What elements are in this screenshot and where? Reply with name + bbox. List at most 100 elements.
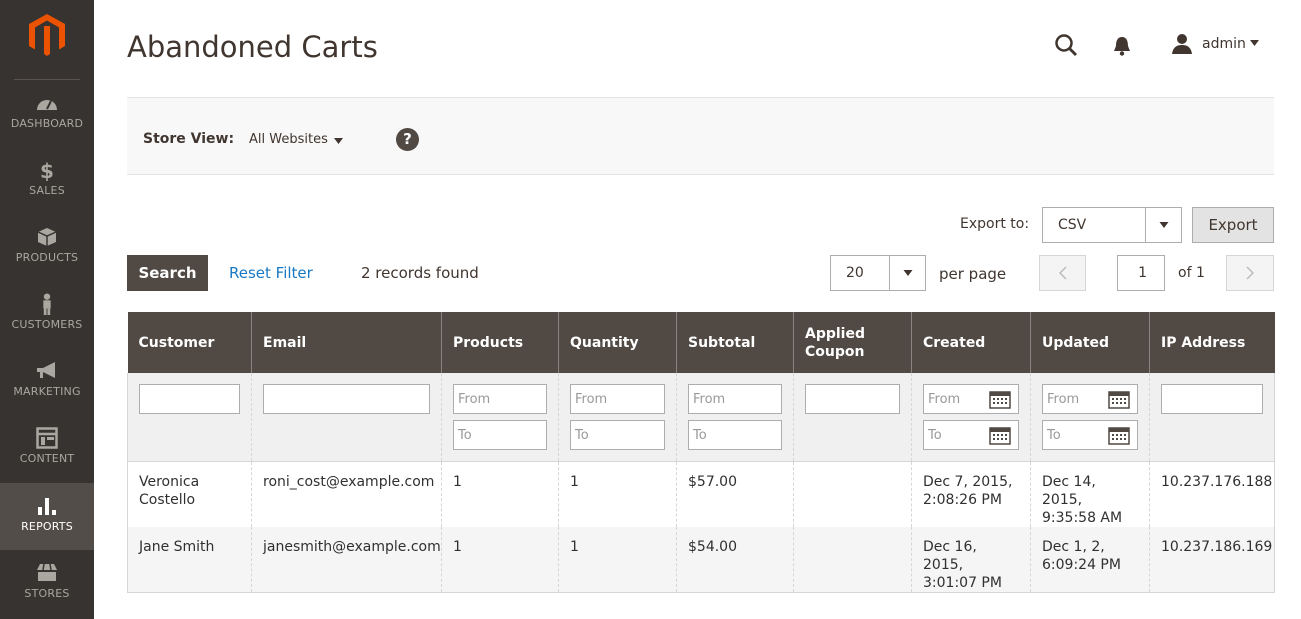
grid-header-row: Customer Email Products Quantity Subtota…: [127, 312, 1275, 373]
column-header-updated[interactable]: Updated: [1030, 312, 1150, 373]
cell-products: 1: [441, 526, 559, 593]
cell-email: roni_cost@example.com: [251, 460, 442, 527]
magento-logo-icon[interactable]: [27, 12, 67, 56]
reset-filter-link[interactable]: Reset Filter: [229, 264, 313, 282]
cell-ip: 10.237.186.169: [1149, 526, 1275, 593]
column-header-products[interactable]: Products: [441, 312, 559, 373]
chevron-left-icon: [1058, 266, 1067, 280]
export-label: Export to:: [960, 216, 1030, 232]
chevron-down-icon[interactable]: [1250, 40, 1259, 46]
table-row[interactable]: Jane Smith janesmith@example.com 1 1 $54…: [127, 526, 1275, 593]
cell-created: Dec 16, 2015, 3:01:07 PM: [911, 526, 1031, 593]
export-format-dropdown[interactable]: [1145, 208, 1181, 242]
table-row[interactable]: Veronica Costello roni_cost@example.com …: [127, 460, 1275, 527]
megaphone-icon: [37, 362, 55, 378]
search-button[interactable]: Search: [127, 255, 208, 291]
created-from-input[interactable]: From: [923, 384, 1019, 414]
calendar-icon[interactable]: [1108, 389, 1130, 409]
box-icon: [37, 228, 57, 246]
subtotal-to-input[interactable]: To: [688, 420, 782, 450]
filter-cell: [1149, 373, 1275, 461]
search-icon[interactable]: [1054, 33, 1078, 57]
sidebar-divider: [14, 79, 80, 80]
dashboard-icon: [37, 100, 57, 110]
sidebar-item-sales[interactable]: $ SALES: [0, 159, 94, 226]
sidebar-item-stores[interactable]: STORES: [0, 562, 94, 619]
sidebar-item-products[interactable]: PRODUCTS: [0, 226, 94, 293]
user-icon[interactable]: [1171, 33, 1193, 55]
sidebar-item-marketing[interactable]: MARKETING: [0, 360, 94, 427]
filter-cell: From To: [911, 373, 1031, 461]
abandoned-carts-grid: Customer Email Products Quantity Subtota…: [127, 312, 1275, 593]
sidebar-item-customers[interactable]: CUSTOMERS: [0, 293, 94, 360]
filter-cell: From To: [441, 373, 559, 461]
store-icon: [37, 563, 57, 581]
quantity-to-input[interactable]: To: [570, 420, 665, 450]
filter-cell: [251, 373, 442, 461]
store-view-label: Store View:: [143, 131, 235, 147]
cell-created: Dec 7, 2015, 2:08:26 PM: [911, 460, 1031, 527]
export-format-value: CSV: [1058, 217, 1087, 233]
column-header-subtotal[interactable]: Subtotal: [676, 312, 794, 373]
cell-updated: Dec 14, 2015, 9:35:58 AM: [1030, 460, 1150, 527]
coupon-filter-input[interactable]: [805, 384, 900, 414]
cell-customer: Veronica Costello: [127, 460, 252, 527]
per-page-dropdown[interactable]: [889, 256, 925, 290]
calendar-icon[interactable]: [989, 425, 1011, 445]
next-page-button[interactable]: [1226, 255, 1274, 291]
bell-icon[interactable]: [1112, 35, 1132, 57]
filter-cell: [793, 373, 912, 461]
cell-email: janesmith@example.com: [251, 526, 442, 593]
column-header-customer[interactable]: Customer: [127, 312, 252, 373]
user-menu-label[interactable]: admin: [1202, 36, 1246, 52]
store-view-switcher[interactable]: All Websites: [249, 132, 328, 147]
bar-chart-icon: [38, 498, 56, 515]
cell-quantity: 1: [558, 460, 677, 527]
per-page-value: 20: [846, 265, 864, 281]
created-to-placeholder: To: [928, 428, 942, 443]
calendar-icon[interactable]: [989, 389, 1011, 409]
column-header-ip-address[interactable]: IP Address: [1149, 312, 1275, 373]
filter-cell: [127, 373, 252, 461]
filter-cell: From To: [676, 373, 794, 461]
calendar-icon[interactable]: [1108, 425, 1130, 445]
ip-filter-input[interactable]: [1161, 384, 1263, 414]
column-header-applied-coupon[interactable]: Applied Coupon: [793, 312, 912, 373]
sidebar-item-reports[interactable]: REPORTS: [0, 483, 94, 550]
per-page-select[interactable]: 20: [830, 255, 926, 291]
quantity-from-input[interactable]: From: [570, 384, 665, 414]
updated-to-input[interactable]: To: [1042, 420, 1138, 450]
admin-sidebar: DASHBOARD $ SALES PRODUCTS CUSTOMERS MAR…: [0, 0, 94, 619]
page-total: of 1: [1178, 265, 1205, 281]
page-number-input[interactable]: 1: [1117, 255, 1165, 291]
customer-filter-input[interactable]: [139, 384, 240, 414]
updated-from-placeholder: From: [1047, 392, 1080, 407]
export-button[interactable]: Export: [1192, 207, 1274, 243]
export-format-select[interactable]: CSV: [1042, 207, 1182, 243]
sidebar-item-dashboard[interactable]: DASHBOARD: [0, 92, 94, 159]
updated-from-input[interactable]: From: [1042, 384, 1138, 414]
cell-products: 1: [441, 460, 559, 527]
help-icon[interactable]: ?: [396, 128, 419, 151]
chevron-down-icon: [1159, 222, 1168, 228]
records-count: 2 records found: [361, 264, 479, 282]
chevron-down-icon[interactable]: [334, 138, 343, 144]
filter-cell: From To: [558, 373, 677, 461]
column-header-email[interactable]: Email: [251, 312, 442, 373]
filter-row: From To From To From To From To From To: [127, 373, 1275, 461]
page-title: Abandoned Carts: [127, 30, 378, 64]
filter-cell: From To: [1030, 373, 1150, 461]
previous-page-button[interactable]: [1039, 255, 1086, 291]
products-from-input[interactable]: From: [453, 384, 547, 414]
layout-icon: [36, 427, 58, 449]
cell-subtotal: $57.00: [676, 460, 794, 527]
column-header-created[interactable]: Created: [911, 312, 1031, 373]
products-to-input[interactable]: To: [453, 420, 547, 450]
created-to-input[interactable]: To: [923, 420, 1019, 450]
column-header-quantity[interactable]: Quantity: [558, 312, 677, 373]
email-filter-input[interactable]: [263, 384, 430, 414]
dollar-icon: $: [40, 159, 54, 181]
created-from-placeholder: From: [928, 392, 961, 407]
subtotal-from-input[interactable]: From: [688, 384, 782, 414]
cell-coupon: [793, 460, 912, 527]
